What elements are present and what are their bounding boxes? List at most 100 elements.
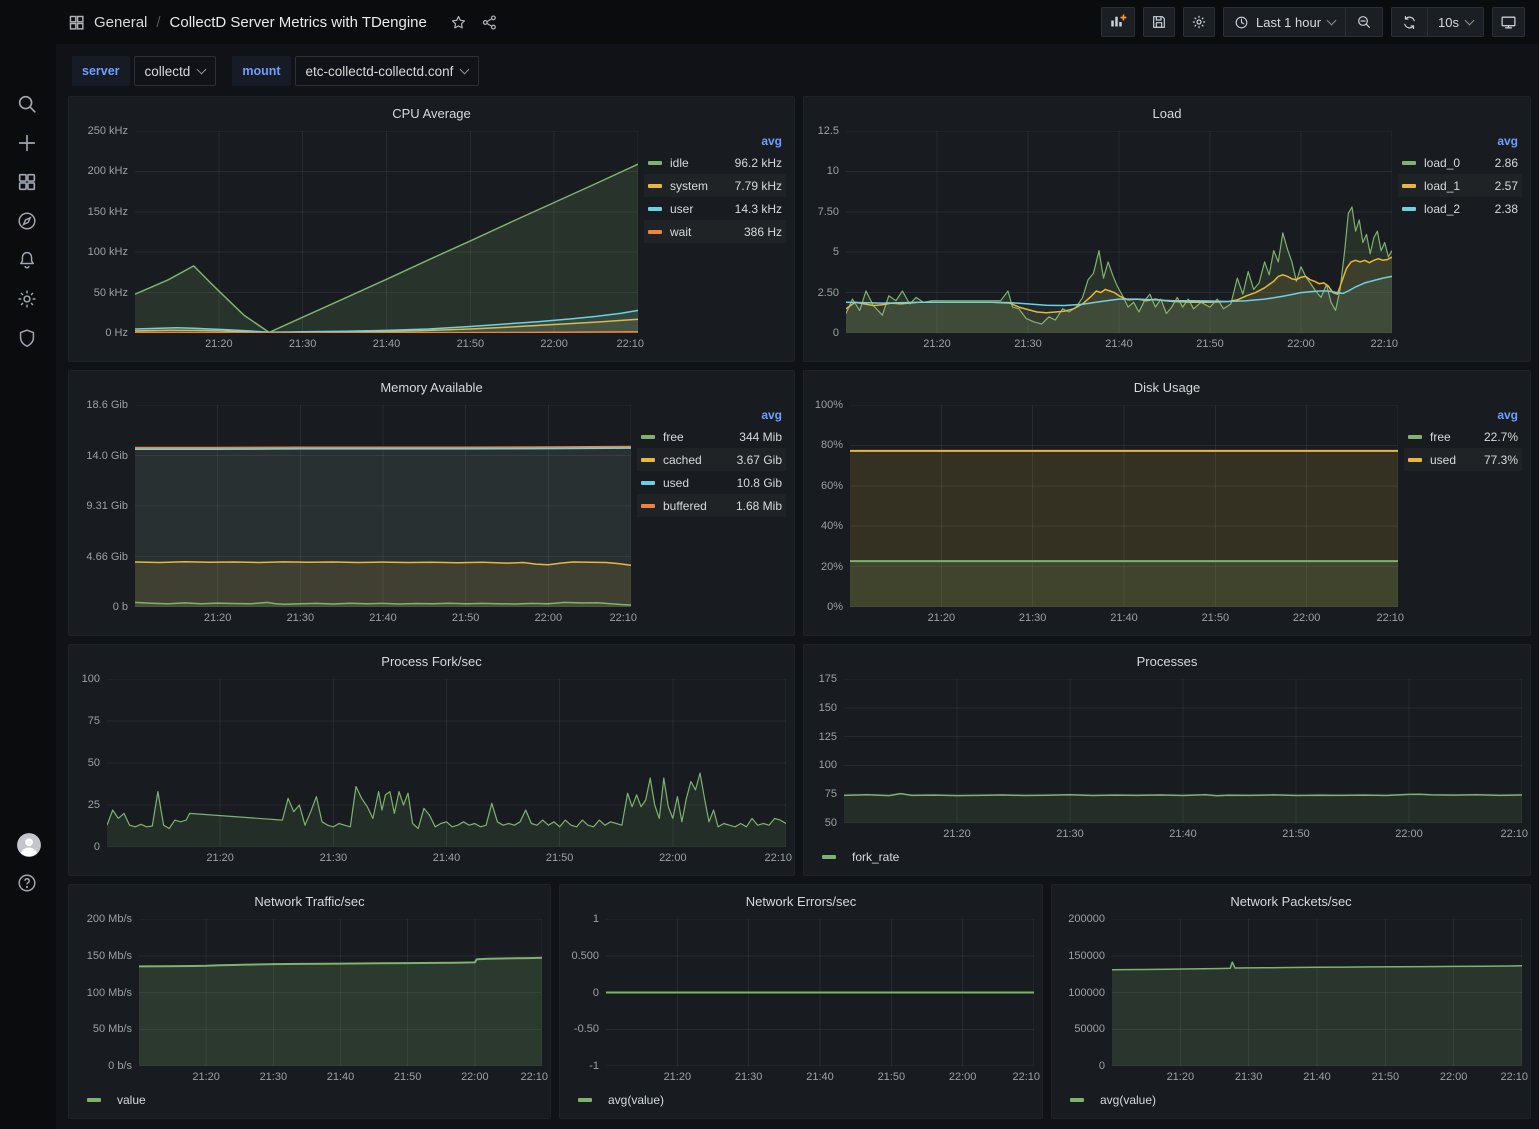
x-axis-tick-label: 22:10 bbox=[616, 338, 644, 350]
time-range-picker[interactable]: Last 1 hour bbox=[1224, 8, 1346, 36]
plus-icon[interactable] bbox=[16, 132, 40, 156]
dashboards-icon[interactable] bbox=[16, 171, 40, 195]
legend-item-wait[interactable]: wait386 Hz bbox=[644, 220, 786, 243]
dashboard-settings-button[interactable] bbox=[1183, 7, 1215, 37]
x-axis-tick-label: 21:20 bbox=[923, 338, 951, 350]
legend-item-load_0[interactable]: load_02.86 bbox=[1398, 151, 1522, 174]
chart-canvas[interactable] bbox=[846, 131, 1392, 333]
x-axis-tick-label: 21:40 bbox=[1110, 612, 1138, 624]
legend-item-cached[interactable]: cached3.67 Gib bbox=[637, 448, 786, 471]
legend-item-load_1[interactable]: load_12.57 bbox=[1398, 174, 1522, 197]
compass-icon[interactable] bbox=[16, 210, 40, 234]
variable-mount: mount etc-collectd-collectd.conf bbox=[232, 56, 479, 86]
x-axis-tick-label: 21:30 bbox=[1056, 828, 1084, 840]
legend-series-avg-value: 22.7% bbox=[1484, 430, 1518, 444]
legend-series-color bbox=[578, 1098, 592, 1102]
y-axis-tick-label: 0 bbox=[833, 327, 839, 339]
chart-canvas[interactable] bbox=[606, 919, 1034, 1066]
x-axis-tick-label: 21:20 bbox=[192, 1071, 220, 1083]
y-axis-tick-label: 75 bbox=[88, 715, 100, 727]
time-range-label: Last 1 hour bbox=[1256, 15, 1321, 30]
legend-item-buffered[interactable]: buffered1.68 Mib bbox=[637, 494, 786, 517]
legend-series-name[interactable]: value bbox=[117, 1093, 146, 1107]
x-axis-tick-label: 22:10 bbox=[1012, 1071, 1040, 1083]
legend-series-color bbox=[1402, 161, 1416, 165]
legend-series-avg-value: 14.3 kHz bbox=[735, 202, 782, 216]
y-axis-tick-label: 10 bbox=[827, 165, 839, 177]
bell-icon[interactable] bbox=[16, 249, 40, 273]
panel-title[interactable]: Network Packets/sec bbox=[1060, 891, 1522, 913]
legend-series-name[interactable]: avg(value) bbox=[608, 1093, 664, 1107]
legend-avg-header[interactable]: avg bbox=[761, 134, 782, 148]
legend-series-color bbox=[641, 481, 655, 485]
legend-item-user[interactable]: user14.3 kHz bbox=[644, 197, 786, 220]
legend-avg-header[interactable]: avg bbox=[1497, 134, 1518, 148]
legend-item-load_2[interactable]: load_22.38 bbox=[1398, 197, 1522, 220]
x-axis-tick-label: 21:50 bbox=[1196, 338, 1224, 350]
chart-canvas[interactable] bbox=[1112, 919, 1522, 1066]
chart-canvas[interactable] bbox=[107, 679, 786, 847]
chart-canvas[interactable] bbox=[135, 131, 638, 333]
refresh-interval-picker[interactable]: 10s bbox=[1428, 8, 1483, 36]
y-axis-tick-label: 200 kHz bbox=[88, 165, 128, 177]
x-axis-tick-label: 22:00 bbox=[1293, 612, 1321, 624]
legend-item-used[interactable]: used10.8 Gib bbox=[637, 471, 786, 494]
search-icon[interactable] bbox=[16, 93, 40, 117]
panel-title[interactable]: Network Traffic/sec bbox=[77, 891, 542, 913]
help-icon[interactable] bbox=[16, 872, 40, 896]
panel-title[interactable]: Disk Usage bbox=[812, 377, 1522, 399]
shield-icon[interactable] bbox=[16, 327, 40, 351]
avatar[interactable] bbox=[16, 832, 40, 856]
x-axis-tick-label: 22:10 bbox=[1500, 1071, 1528, 1083]
zoom-out-button[interactable] bbox=[1346, 8, 1382, 36]
y-axis-tick-label: 0.500 bbox=[571, 950, 599, 962]
panel-title[interactable]: Network Errors/sec bbox=[568, 891, 1034, 913]
share-icon[interactable] bbox=[481, 14, 498, 31]
chart-canvas[interactable] bbox=[850, 405, 1398, 607]
legend-avg-header[interactable]: avg bbox=[761, 408, 782, 422]
save-dashboard-button[interactable] bbox=[1143, 7, 1175, 37]
y-axis-tick-label: 75 bbox=[825, 788, 837, 800]
gear-icon[interactable] bbox=[16, 288, 40, 312]
x-axis-tick-label: 22:00 bbox=[535, 612, 563, 624]
variable-mount-value[interactable]: etc-collectd-collectd.conf bbox=[295, 56, 480, 86]
legend-avg-header[interactable]: avg bbox=[1497, 408, 1518, 422]
panel-title[interactable]: Load bbox=[812, 103, 1522, 125]
panel-title[interactable]: CPU Average bbox=[77, 103, 786, 125]
panel-title[interactable]: Processes bbox=[812, 651, 1522, 673]
variable-server-value[interactable]: collectd bbox=[134, 56, 217, 86]
y-axis-tick-label: -0.50 bbox=[574, 1023, 599, 1035]
legend-series-name: buffered bbox=[663, 499, 707, 513]
y-axis-tick-label: 0% bbox=[827, 601, 843, 613]
legend-series-color bbox=[648, 207, 662, 211]
legend-item-idle[interactable]: idle96.2 kHz bbox=[644, 151, 786, 174]
chevron-down-icon bbox=[460, 65, 470, 75]
legend-item-free[interactable]: free22.7% bbox=[1404, 425, 1522, 448]
legend-item-free[interactable]: free344 Mib bbox=[637, 425, 786, 448]
add-panel-button[interactable] bbox=[1101, 7, 1135, 37]
breadcrumb-folder[interactable]: General bbox=[94, 14, 147, 31]
legend-series-name[interactable]: avg(value) bbox=[1100, 1093, 1156, 1107]
y-axis-tick-label: 25 bbox=[88, 799, 100, 811]
legend-series-name[interactable]: fork_rate bbox=[852, 850, 899, 864]
chart-canvas[interactable] bbox=[135, 405, 631, 607]
x-axis-tick-label: 21:50 bbox=[1202, 612, 1230, 624]
kiosk-mode-button[interactable] bbox=[1492, 7, 1525, 37]
panel-title[interactable]: Memory Available bbox=[77, 377, 786, 399]
legend-item-used[interactable]: used77.3% bbox=[1404, 448, 1522, 471]
chart-canvas[interactable] bbox=[844, 679, 1522, 823]
x-axis-tick-label: 22:00 bbox=[1395, 828, 1423, 840]
chart-canvas[interactable] bbox=[139, 919, 542, 1066]
y-axis-tick-label: 150 bbox=[819, 702, 837, 714]
y-axis-tick-label: 0 b bbox=[113, 601, 128, 613]
star-icon[interactable] bbox=[450, 14, 467, 31]
dashboard-toolbar: Last 1 hour 10s bbox=[1101, 7, 1525, 37]
panel-title[interactable]: Process Fork/sec bbox=[77, 651, 786, 673]
x-axis-tick-label: 21:30 bbox=[1014, 338, 1042, 350]
y-axis-tick-label: 12.5 bbox=[818, 125, 839, 137]
variable-server: server collectd bbox=[72, 56, 216, 86]
refresh-button[interactable] bbox=[1392, 8, 1428, 36]
y-axis-tick-label: 50 bbox=[825, 817, 837, 829]
x-axis-tick-label: 22:10 bbox=[609, 612, 637, 624]
legend-item-system[interactable]: system7.79 kHz bbox=[644, 174, 786, 197]
